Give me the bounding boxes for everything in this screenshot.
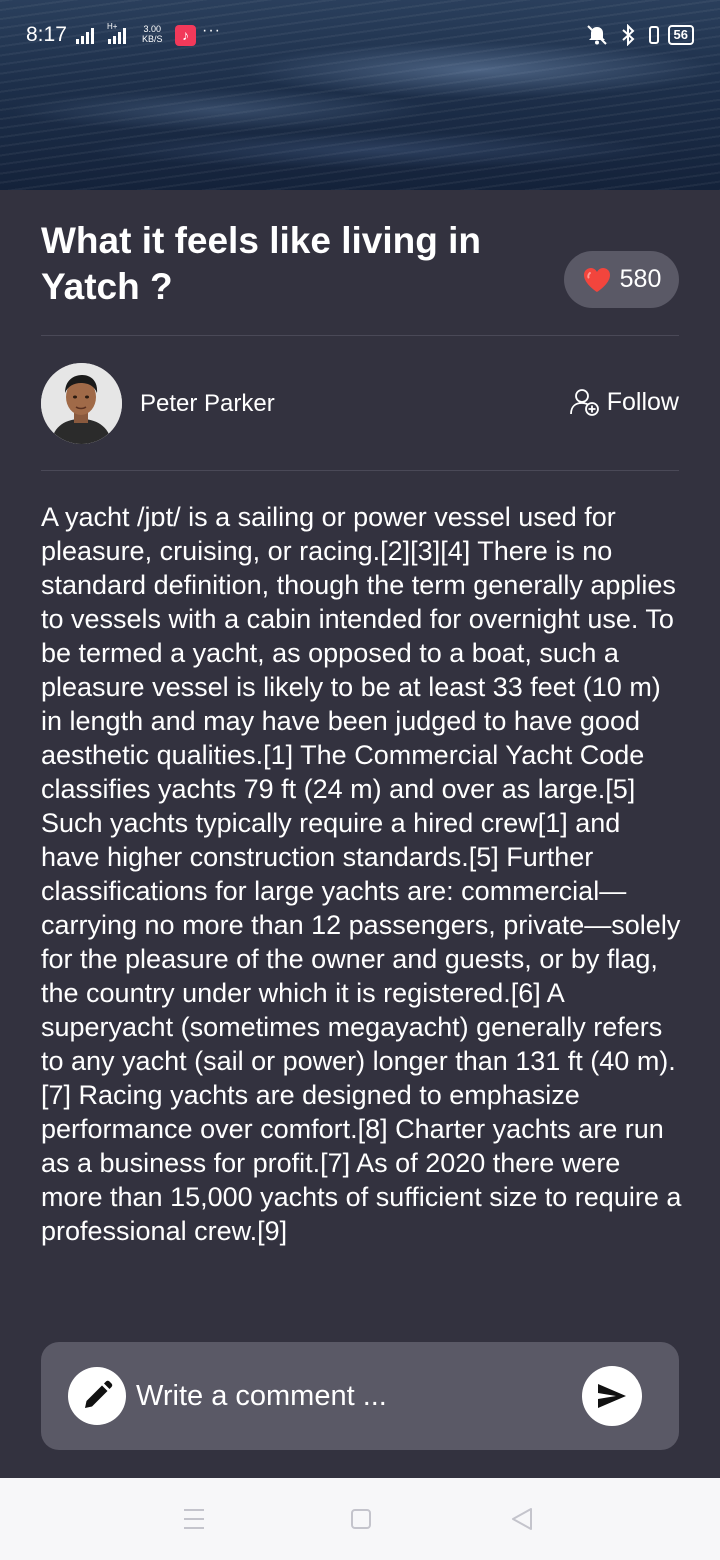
status-time: 8:17 — [26, 23, 67, 46]
network-speed: 3.00 KB/S — [142, 24, 163, 44]
back-triangle-icon[interactable] — [510, 1506, 534, 1532]
comment-composer — [41, 1342, 679, 1450]
author-name[interactable]: Peter Parker — [140, 390, 275, 418]
send-button[interactable] — [582, 1366, 642, 1426]
post-title: What it feels like living in Yatch ? — [41, 220, 481, 307]
author-row: Peter Parker Follow — [41, 363, 679, 444]
network-type-label: H+ — [107, 22, 118, 31]
more-notifications: ··· — [202, 22, 221, 39]
follow-label: Follow — [606, 387, 679, 416]
menu-icon[interactable] — [182, 1506, 206, 1532]
like-count: 580 — [619, 265, 662, 293]
divider-bottom — [41, 470, 679, 471]
add-person-icon — [569, 389, 599, 416]
comment-input[interactable] — [136, 1372, 566, 1420]
divider-top — [41, 335, 679, 336]
avatar[interactable] — [41, 363, 122, 444]
status-bar: 8:17 H+ 3.00 KB/S ♪ ··· 56 — [0, 0, 720, 70]
edit-comment-button[interactable] — [68, 1367, 126, 1425]
post-card: What it feels like living in Yatch ? 580… — [0, 190, 720, 1478]
battery-indicator: 56 — [667, 25, 694, 45]
music-app-icon: ♪ — [175, 25, 196, 46]
vibrate-icon — [648, 26, 659, 44]
square-icon[interactable] — [349, 1506, 373, 1532]
post-body: A yacht /jɒt/ is a sailing or power vess… — [41, 502, 682, 1246]
avatar-image — [41, 363, 122, 444]
like-button[interactable]: 580 — [564, 251, 679, 308]
network-speed-unit: KB/S — [142, 34, 163, 44]
follow-button[interactable]: Follow — [569, 386, 679, 418]
signal-strength-icon — [76, 26, 94, 44]
send-icon — [598, 1384, 626, 1408]
mute-icon — [586, 25, 607, 45]
pencil-icon — [85, 1380, 113, 1408]
system-navigation-bar — [0, 1478, 720, 1560]
network-speed-value: 3.00 — [143, 24, 162, 34]
status-right: 56 — [584, 24, 694, 46]
heart-icon — [583, 267, 610, 292]
bluetooth-icon — [621, 24, 634, 46]
